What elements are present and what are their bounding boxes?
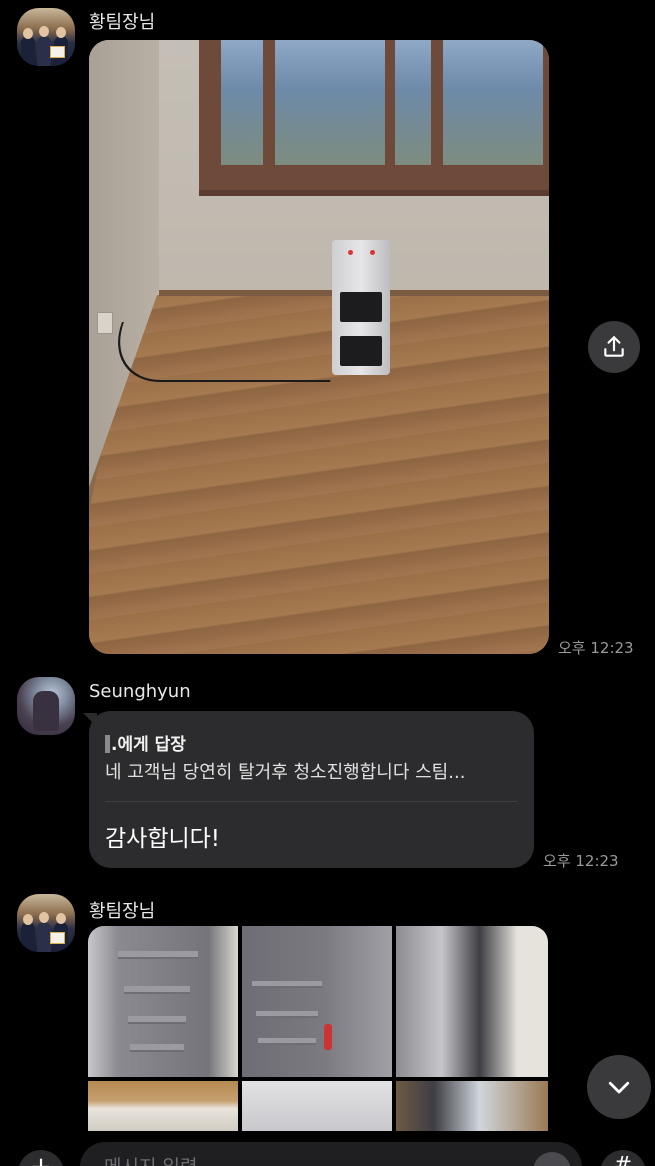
hash-icon: # bbox=[613, 1153, 633, 1166]
attach-button[interactable]: + bbox=[18, 1150, 64, 1166]
avatar[interactable] bbox=[17, 677, 75, 735]
photo-thumbnail[interactable] bbox=[242, 1081, 392, 1131]
photo-message[interactable] bbox=[89, 40, 549, 654]
quoted-message[interactable]: 네 고객님 당연히 탈거후 청소진행합니다 스팀... bbox=[105, 758, 465, 784]
photo-thumbnail[interactable] bbox=[396, 1081, 548, 1131]
photo-thumbnail[interactable] bbox=[88, 926, 238, 1077]
reply-to-label[interactable]: .에게 답장 bbox=[105, 730, 186, 755]
plus-icon: + bbox=[18, 1150, 64, 1166]
scroll-to-bottom-button[interactable] bbox=[587, 1055, 651, 1119]
share-button[interactable] bbox=[588, 321, 640, 373]
sender-name: 황팀장님 bbox=[89, 12, 156, 33]
chevron-down-icon bbox=[608, 1081, 630, 1094]
photo-thumbnail[interactable] bbox=[242, 926, 392, 1077]
message-timestamp: 오후 12:23 bbox=[543, 852, 619, 870]
divider bbox=[105, 801, 517, 802]
message-timestamp: 오후 12:23 bbox=[558, 639, 634, 657]
hashtag-button[interactable]: # bbox=[600, 1150, 646, 1166]
message-text: 감사합니다! bbox=[105, 826, 221, 852]
avatar[interactable] bbox=[17, 894, 75, 952]
photo-thumbnail[interactable] bbox=[396, 926, 548, 1077]
share-upload-icon bbox=[604, 336, 624, 357]
photo-thumbnail[interactable] bbox=[88, 1081, 238, 1131]
sender-name: Seunghyun bbox=[89, 681, 191, 702]
avatar[interactable] bbox=[17, 8, 75, 66]
sender-name: 황팀장님 bbox=[89, 901, 156, 922]
message-input[interactable] bbox=[80, 1142, 582, 1166]
